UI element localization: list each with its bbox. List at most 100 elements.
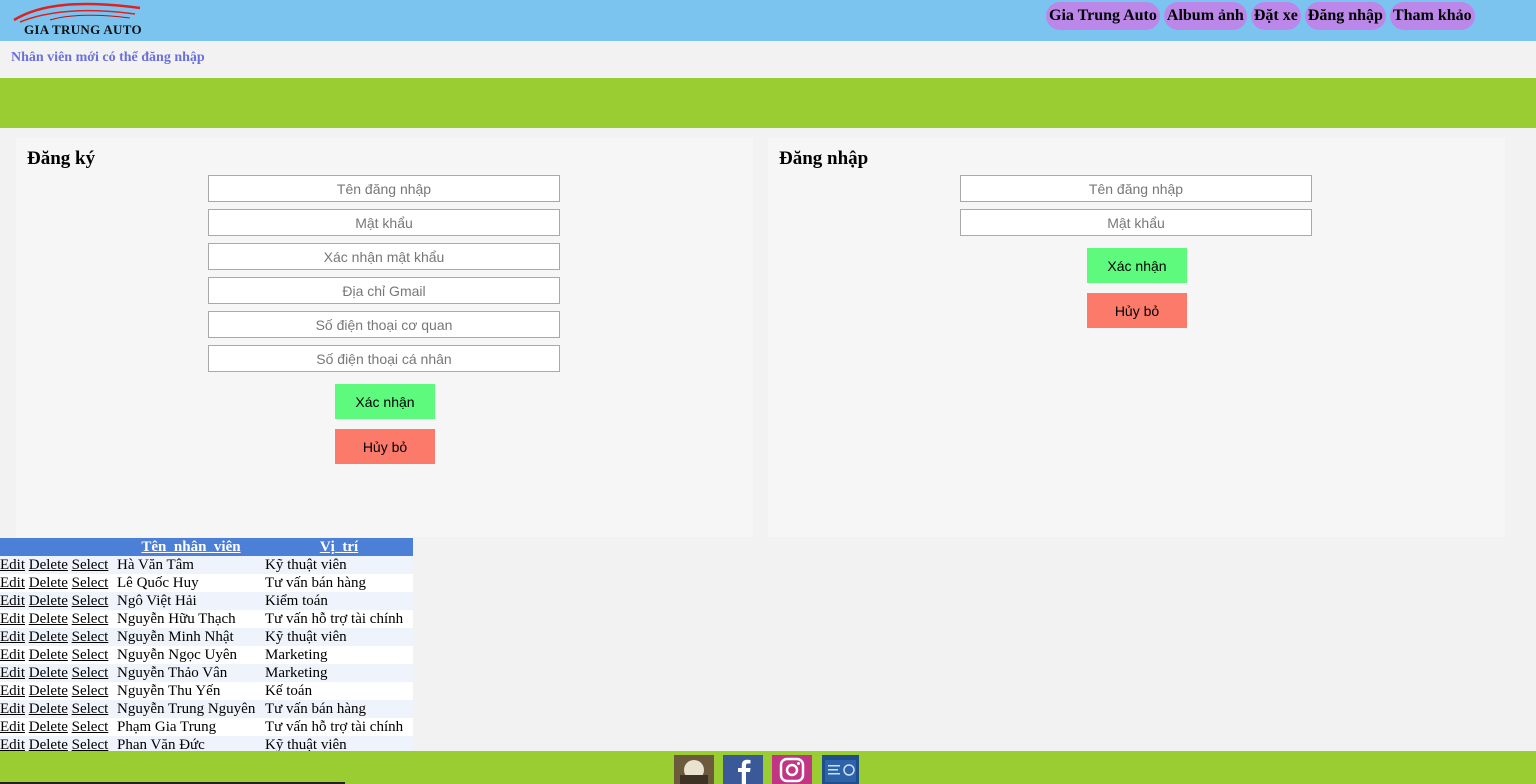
instagram-icon[interactable] [772,755,812,784]
select-link[interactable]: Select [72,557,109,573]
register-title: Đăng ký [27,148,96,169]
row-commands: Edit Delete Select [0,592,117,610]
login-confirm-button[interactable]: Xác nhận [1087,248,1187,283]
employee-position-cell: Marketing [265,646,413,664]
photo-icon[interactable] [674,755,714,784]
employee-name-cell: Nguyễn Thu Yến [117,682,265,700]
delete-link[interactable]: Delete [29,683,68,699]
employee-table-body: Edit Delete Select Hà Văn Tâm Kỹ thuật viê… [0,556,413,754]
delete-link[interactable]: Delete [29,629,68,645]
register-confirm-button[interactable]: Xác nhận [335,384,435,419]
login-username-field[interactable] [960,175,1312,202]
employee-position-cell: Tư vấn bán hàng [265,574,413,592]
table-row: Edit Delete Select Ngô Việt Hải Kiểm toán [0,592,413,610]
edit-link[interactable]: Edit [0,593,25,609]
sort-name-link[interactable]: Tên_nhân_viên [141,539,240,555]
row-commands: Edit Delete Select [0,682,117,700]
login-password-field[interactable] [960,209,1312,236]
nav-gia-trung-auto[interactable]: Gia Trung Auto [1046,2,1160,30]
employee-table: Tên_nhân_viên Vị_trí Edit Delete Select H… [0,538,413,754]
delete-link[interactable]: Delete [29,575,68,591]
edit-link[interactable]: Edit [0,557,25,573]
table-row: Edit Delete Select Nguyễn Trung Nguyên Tư … [0,700,413,718]
logo-text: GIA TRUNG AUTO [24,22,142,37]
delete-link[interactable]: Delete [29,719,68,735]
gia-trung-auto-logo[interactable]: GIA TRUNG AUTO [10,0,145,40]
employee-name-cell: Phạm Gia Trung [117,718,265,736]
row-commands: Edit Delete Select [0,556,117,574]
table-row: Edit Delete Select Nguyễn Thảo Vân Marketi… [0,664,413,682]
register-cancel-button[interactable]: Hủy bỏ [335,429,435,464]
employee-position-cell: Kiểm toán [265,592,413,610]
select-link[interactable]: Select [72,647,109,663]
table-header-row: Tên_nhân_viên Vị_trí [0,538,413,556]
select-link[interactable]: Select [72,701,109,717]
car-swoosh-icon [13,2,141,23]
employee-name-cell: Lê Quốc Huy [117,574,265,592]
name-column-header[interactable]: Tên_nhân_viên [117,538,265,556]
select-link[interactable]: Select [72,683,109,699]
nav-dang-nhap[interactable]: Đăng nhập [1304,2,1386,30]
edit-link[interactable]: Edit [0,575,25,591]
register-confirm-password-field[interactable] [208,243,560,270]
edit-link[interactable]: Edit [0,719,25,735]
top-nav: Gia Trung Auto Album ảnh Đặt xe Đăng nhậ… [1046,2,1475,30]
select-link[interactable]: Select [72,719,109,735]
register-password-field[interactable] [208,209,560,236]
edit-link[interactable]: Edit [0,701,25,717]
select-link[interactable]: Select [72,665,109,681]
select-link[interactable]: Select [72,575,109,591]
employee-position-cell: Kế toán [265,682,413,700]
employee-position-cell: Kỹ thuật viên [265,556,413,574]
delete-link[interactable]: Delete [29,593,68,609]
delete-link[interactable]: Delete [29,647,68,663]
employee-name-cell: Nguyễn Ngọc Uyên [117,646,265,664]
sort-position-link[interactable]: Vị_trí [320,539,358,555]
position-column-header[interactable]: Vị_trí [265,538,413,556]
table-row: Edit Delete Select Nguyễn Minh Nhật Kỹ thu… [0,628,413,646]
employee-name-cell: Nguyễn Hữu Thạch [117,610,265,628]
employee-position-cell: Tư vấn hỗ trợ tài chính [265,718,413,736]
delete-link[interactable]: Delete [29,665,68,681]
login-title: Đăng nhập [779,148,869,169]
edit-link[interactable]: Edit [0,647,25,663]
employee-position-cell: Tư vấn hỗ trợ tài chính [265,610,413,628]
employee-name-cell: Nguyễn Thảo Vân [117,664,265,682]
table-row: Edit Delete Select Phạm Gia Trung Tư vấn h… [0,718,413,736]
edit-link[interactable]: Edit [0,683,25,699]
row-commands: Edit Delete Select [0,718,117,736]
delete-link[interactable]: Delete [29,557,68,573]
login-panel: Đăng nhập Xác nhận Hủy bỏ [768,138,1505,537]
table-row: Edit Delete Select Nguyễn Thu Yến Kế toán [0,682,413,700]
edit-link[interactable]: Edit [0,611,25,627]
employee-name-cell: Ngô Việt Hải [117,592,265,610]
edit-link[interactable]: Edit [0,629,25,645]
table-row: Edit Delete Select Lê Quốc Huy Tư vấn bán … [0,574,413,592]
select-link[interactable]: Select [72,611,109,627]
login-notice: Nhân viên mới có thể đăng nhập [11,50,205,65]
certificate-icon[interactable] [822,755,859,784]
register-gmail-field[interactable] [208,277,560,304]
row-commands: Edit Delete Select [0,610,117,628]
employee-name-cell: Hà Văn Tâm [117,556,265,574]
facebook-icon[interactable] [723,755,763,784]
nav-album-anh[interactable]: Album ảnh [1163,2,1247,30]
select-link[interactable]: Select [72,593,109,609]
nav-tham-khao[interactable]: Tham khảo [1389,2,1475,30]
register-personal-phone-field[interactable] [208,345,560,372]
register-office-phone-field[interactable] [208,311,560,338]
employee-position-cell: Marketing [265,664,413,682]
header: GIA TRUNG AUTO Gia Trung Auto Album ảnh … [0,0,1536,41]
table-row: Edit Delete Select Hà Văn Tâm Kỹ thuật viê… [0,556,413,574]
green-banner [0,78,1536,128]
edit-link[interactable]: Edit [0,665,25,681]
nav-dat-xe[interactable]: Đặt xe [1250,2,1301,30]
select-link[interactable]: Select [72,629,109,645]
row-commands: Edit Delete Select [0,664,117,682]
delete-link[interactable]: Delete [29,701,68,717]
delete-link[interactable]: Delete [29,611,68,627]
register-panel: Đăng ký Xác nhận Hủy bỏ [16,138,753,537]
login-cancel-button[interactable]: Hủy bỏ [1087,293,1187,328]
employee-position-cell: Kỹ thuật viên [265,628,413,646]
register-username-field[interactable] [208,175,560,202]
